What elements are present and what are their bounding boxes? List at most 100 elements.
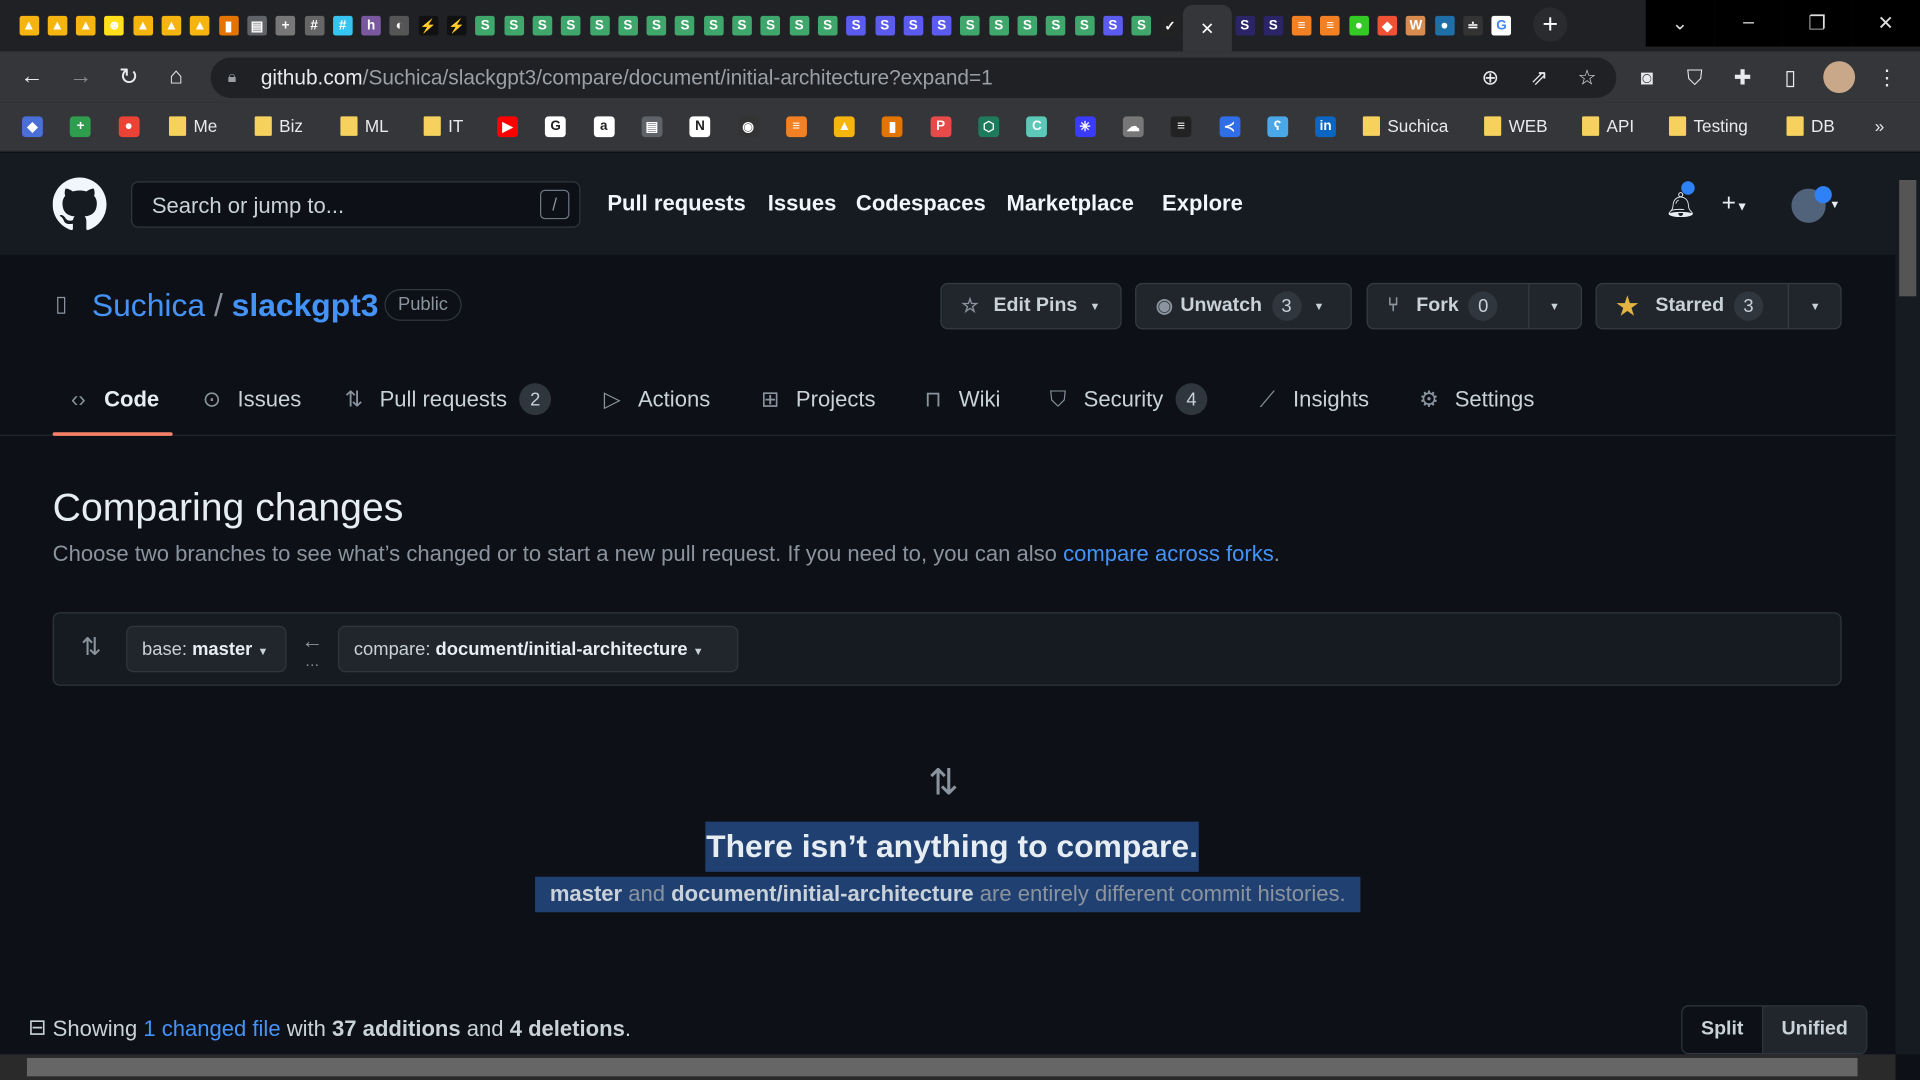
bookmark-notion[interactable]: N [689,113,711,140]
browser-tab[interactable]: h [357,5,385,47]
bookmark-folder-me[interactable]: Me [168,113,217,140]
browser-tab[interactable]: S [1070,5,1098,47]
nav-codespaces[interactable]: Codespaces [856,191,986,217]
browser-tab[interactable]: S [785,5,813,47]
notifications-bell-icon[interactable]: 🔔︎ [1665,190,1696,221]
browser-tab[interactable]: S [500,5,528,47]
edit-pins-button[interactable]: ☆ Edit Pins ▼ [940,282,1122,330]
browser-tab[interactable]: ▲ [157,5,185,47]
browser-tab[interactable]: S [814,5,842,47]
browser-tab[interactable]: ▮ [214,5,242,47]
url-text[interactable]: github.com/Suchica/slackgpt3/compare/doc… [261,66,993,90]
zoom-icon[interactable]: ⊕ [1476,64,1505,93]
tab-settings[interactable]: ⚙ Settings [1416,382,1534,416]
tab-security[interactable]: ⛉ Security 4 [1044,382,1208,416]
browser-tab[interactable]: S [899,5,927,47]
vertical-scroll-thumb[interactable] [1899,180,1917,297]
side-panel-icon[interactable]: ▯ [1776,64,1805,93]
browser-tab[interactable]: S [1127,5,1155,47]
bookmark-firebase[interactable]: ▲ [833,113,855,140]
unified-view-button[interactable]: Unified [1762,1006,1867,1054]
browser-tab[interactable]: ▲ [186,5,214,47]
browser-tab[interactable]: ▲ [15,5,43,47]
nav-marketplace[interactable]: Marketplace [1007,191,1134,217]
horizontal-scroll-thumb[interactable] [26,1057,1858,1077]
menu-kebab-icon[interactable]: ⋮ [1872,64,1901,93]
browser-tab[interactable]: ● [1345,5,1373,47]
browser-tab[interactable]: S [1013,5,1041,47]
browser-tab[interactable]: + [271,5,299,47]
back-icon[interactable]: ← [16,61,48,93]
bookmark-hex[interactable]: ⬡ [978,113,1000,140]
bookmark-analytics[interactable]: ▮ [882,113,903,140]
browser-tab[interactable]: S [1099,5,1127,47]
browser-tab[interactable]: # [329,5,357,47]
bookmark-folder-suchica[interactable]: Suchica [1362,113,1448,140]
browser-tab[interactable]: W [1402,5,1430,47]
close-tab-icon[interactable]: ✕ [1200,18,1214,39]
browser-tab[interactable]: S [671,5,699,47]
compare-branch-select[interactable]: compare: document/initial-architecture ▼ [337,625,739,673]
browser-tab[interactable]: ≡ [1288,5,1316,47]
tab-pull-requests[interactable]: ⇅ Pull requests 2 [340,382,552,416]
browser-tab[interactable]: S [1042,5,1070,47]
minimize-button[interactable]: – [1714,0,1783,47]
browser-tab[interactable]: S [614,5,642,47]
create-new-icon[interactable]: +▼ [1722,190,1748,218]
home-icon[interactable]: ⌂ [160,61,192,93]
tab-actions[interactable]: ▷ Actions [599,382,710,416]
bookmark-folder-web[interactable]: WEB [1484,113,1548,140]
bookmark-folder-biz[interactable]: Biz [254,113,303,140]
horizontal-scrollbar[interactable] [0,1054,1896,1080]
browser-tab[interactable]: ▤ [243,5,271,47]
bookmark-menu[interactable]: ≡ [1170,113,1192,140]
nav-issues[interactable]: Issues [768,191,837,217]
bookmarks-overflow-button[interactable]: » [1875,113,1885,140]
active-tab[interactable]: ✕ [1182,4,1232,52]
extensions-icon[interactable]: ✚ [1728,64,1757,93]
fork-dropdown-icon[interactable]: ▼ [1549,300,1560,312]
browser-tab[interactable]: S [985,5,1013,47]
bookmark-folder-db[interactable]: DB [1786,113,1835,140]
fork-button[interactable]: ⑂ Fork 0 ▼ [1366,282,1583,330]
bookmark-youtube[interactable]: ▶ [497,113,518,140]
browser-tab[interactable]: S [756,5,784,47]
browser-tab[interactable]: S [471,5,499,47]
tab-projects[interactable]: ⊞ Projects [757,382,876,416]
bookmark-c[interactable]: C [1026,113,1048,140]
bookmark-p[interactable]: P [930,113,952,140]
close-window-button[interactable]: ✕ [1851,0,1920,47]
unwatch-button[interactable]: ◉ Unwatch 3 ▼ [1135,282,1352,330]
browser-tab[interactable]: ⚡ [443,5,471,47]
browser-tab[interactable]: S [557,5,585,47]
bookmark-folder-ml[interactable]: ML [340,113,389,140]
bookmark-arrow[interactable]: ≺ [1218,113,1240,140]
bookmark-folder-api[interactable]: API [1582,113,1634,140]
browser-tab[interactable]: ☻ [100,5,128,47]
github-logo-icon[interactable] [52,177,107,232]
bookmark-asterisk[interactable]: ✳ [1074,113,1096,140]
browser-tab[interactable]: S [871,5,899,47]
share-icon[interactable]: ⇗ [1524,64,1553,93]
browser-tab[interactable]: S [1231,5,1259,47]
browser-tab[interactable]: ▲ [72,5,100,47]
bookmark-cloud[interactable]: ☁ [1122,113,1144,140]
tab-issues[interactable]: ⊙ Issues [198,382,302,416]
bookmark-store[interactable]: ▤ [641,113,663,140]
changed-files-link[interactable]: 1 changed file [143,1016,280,1040]
browser-tab[interactable]: S [642,5,670,47]
browser-tab[interactable]: G [1487,5,1515,47]
browser-tab[interactable]: S [928,5,956,47]
bookmark-sheets-plus[interactable]: + [70,113,91,140]
bookmark-maps[interactable]: ● [118,113,140,140]
profile-avatar[interactable] [1823,61,1856,94]
bookmark-layers[interactable]: ◆ [22,113,43,140]
bookmark-folder-testing[interactable]: Testing [1668,113,1748,140]
shield-extension-icon[interactable]: ⛉ [1680,64,1709,93]
tab-wiki[interactable]: ⊓ Wiki [920,382,1000,416]
bookmark-stackoverflow[interactable]: ≡ [785,113,807,140]
browser-tab[interactable]: ✓ [1156,5,1184,47]
search-input[interactable]: Search or jump to... [131,181,581,228]
browser-tab[interactable]: S [728,5,756,47]
forward-icon[interactable]: → [65,61,97,93]
